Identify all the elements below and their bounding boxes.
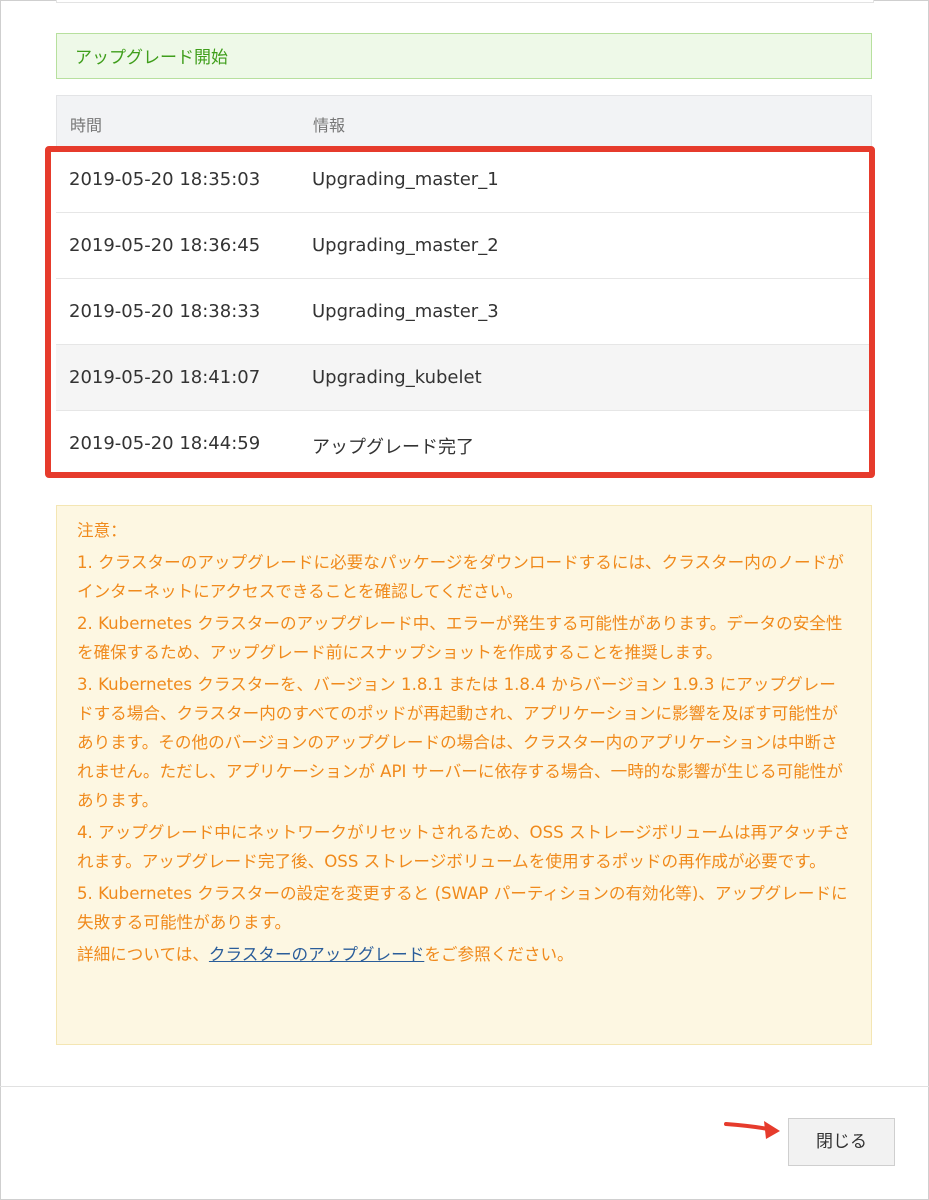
notice-title: 注意： (77, 521, 127, 540)
info-column-header: 情報 (313, 116, 346, 135)
row-info: Upgrading_master_3 (312, 301, 499, 322)
row-time: 2019-05-20 18:36:45 (69, 235, 261, 256)
row-time: 2019-05-20 18:35:03 (69, 169, 261, 190)
row-info: Upgrading_master_2 (312, 235, 499, 256)
table-header: 時間 情報 (56, 95, 872, 147)
notice-item: 5. Kubernetes クラスターの設定を変更すると (SWAP パーティシ… (77, 884, 848, 932)
table-row: 2019-05-20 18:36:45 Upgrading_master_2 (56, 213, 872, 279)
more-suffix: をご参照ください。 (424, 945, 574, 964)
row-info: Upgrading_master_1 (312, 169, 499, 190)
row-info: Upgrading_kubelet (312, 367, 482, 388)
time-column-header: 時間 (70, 116, 103, 135)
notice-item: 3. Kubernetes クラスターを、バージョン 1.8.1 または 1.8… (77, 675, 843, 810)
row-time: 2019-05-20 18:41:07 (69, 367, 261, 388)
notice-item: 4. アップグレード中にネットワークがリセットされるため、OSS ストレージボリ… (77, 823, 851, 871)
row-time: 2019-05-20 18:38:33 (69, 301, 261, 322)
row-info: アップグレード完了 (312, 437, 474, 458)
upgrade-start-banner: アップグレード開始 (56, 33, 872, 79)
pointer-arrow-icon (724, 1121, 780, 1139)
table-row: 2019-05-20 18:41:07 Upgrading_kubelet (56, 345, 872, 411)
upgrade-log-table: 時間 情報 2019-05-20 18:35:03 Upgrading_mast… (56, 95, 872, 477)
notice-box: 注意： 1. クラスターのアップグレードに必要なパッケージをダウンロードするには… (56, 505, 872, 1045)
close-button[interactable]: 閉じる (788, 1118, 895, 1166)
footer-divider (0, 1086, 929, 1087)
notice-more: 詳細については、クラスターのアップグレードをご参照ください。 (77, 940, 851, 969)
cluster-upgrade-doc-link[interactable]: クラスターのアップグレード (209, 945, 424, 964)
more-prefix: 詳細については、 (77, 945, 209, 964)
notice-item: 1. クラスターのアップグレードに必要なパッケージをダウンロードするには、クラス… (77, 553, 844, 601)
notice-item: 2. Kubernetes クラスターのアップグレード中、エラーが発生する可能性… (77, 614, 843, 662)
table-row: 2019-05-20 18:35:03 Upgrading_master_1 (56, 147, 872, 213)
row-time: 2019-05-20 18:44:59 (69, 433, 261, 454)
previous-panel-edge (56, 0, 874, 3)
table-row: 2019-05-20 18:38:33 Upgrading_master_3 (56, 279, 872, 345)
table-row: 2019-05-20 18:44:59 アップグレード完了 (56, 411, 872, 477)
